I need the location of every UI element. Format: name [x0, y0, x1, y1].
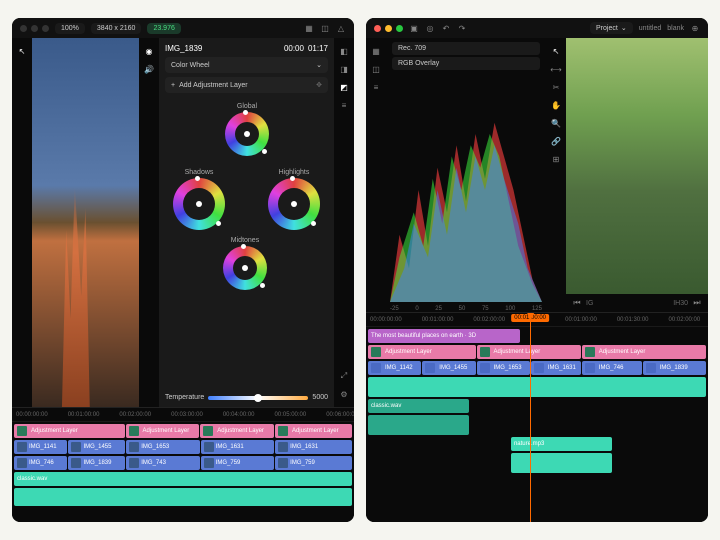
tc-end: 01:17 [308, 44, 328, 53]
rgb-parade [390, 78, 542, 302]
timeline-left: 00:00:00:0000:01:00:0000:02:00:0000:03:0… [12, 407, 354, 522]
media-icon[interactable]: ▦ [371, 46, 381, 56]
resolution-chip[interactable]: 3840 x 2160 [91, 23, 142, 34]
snap-icon[interactable]: ⊞ [551, 154, 561, 164]
in-label: IG [586, 300, 593, 307]
link-icon[interactable]: 🔗 [551, 136, 561, 146]
scope-icon[interactable]: ≡ [371, 82, 381, 92]
track-audio-r1[interactable] [368, 377, 706, 397]
move-icon[interactable]: ✥ [316, 81, 322, 89]
track-audio-r2[interactable] [368, 453, 706, 473]
mid-rail: ◉ 🔊 [139, 38, 159, 407]
add-adj-layer-row[interactable]: +Add Adjustment Layer ✥ [165, 77, 328, 93]
wheel-highlights[interactable]: Highlights [268, 169, 320, 230]
expand-icon[interactable]: ⤢ [339, 371, 349, 381]
panel-icon-4[interactable]: ≡ [339, 100, 349, 110]
track-audio-1-wave[interactable] [14, 488, 352, 506]
scope-mode[interactable]: RGB Overlay [392, 57, 540, 70]
panel-icon-1[interactable]: ◧ [339, 46, 349, 56]
scopes-panel: Rec. 709 RGB Overlay -250255075100125 [386, 38, 546, 312]
track-video-1[interactable]: IMG_1141 IMG_1455 IMG_1653 IMG_1631 IMG_… [14, 440, 352, 454]
out-label: IH30 [673, 300, 688, 307]
topbar: 100% 3840 x 2160 23.976 ▦ ◫ △ [12, 18, 354, 38]
doc-tab-2[interactable]: blank [667, 25, 684, 32]
right-tool-rail: ◧ ◨ ◩ ≡ ⤢ ⚙ [334, 38, 354, 407]
timeline-ruler[interactable]: 00:00:00:0000:01:00:0000:02:00:0000:03:0… [12, 408, 354, 422]
program-image[interactable] [566, 38, 708, 294]
fx-icon[interactable]: ◫ [371, 64, 381, 74]
crop-icon[interactable]: ◫ [320, 23, 330, 33]
preview-viewer [32, 38, 139, 407]
zoom-chip[interactable]: 100% [55, 23, 85, 34]
color-window: 100% 3840 x 2160 23.976 ▦ ◫ △ ↖ ◉ 🔊 IMG_… [12, 18, 354, 522]
traffic-lights[interactable] [20, 25, 49, 32]
panel-icon-2[interactable]: ◨ [339, 64, 349, 74]
effects-icon[interactable]: ◎ [425, 23, 435, 33]
timeline-right: 00:00:00:0000:01:00:0000:02:00:00 00:01:… [366, 312, 708, 522]
track-audio-r1b[interactable] [368, 415, 706, 435]
pointer-icon[interactable]: ↖ [551, 46, 561, 56]
grid-icon[interactable]: ▦ [304, 23, 314, 33]
topbar-right: ▣ ◎ ↶ ↷ Project ⌄ untitled blank ⊕ [366, 18, 708, 38]
next-icon[interactable]: ⏭ [692, 298, 702, 308]
trim-icon[interactable]: ⟷ [551, 64, 561, 74]
program-viewer: ⏮ IG IH30 ⏭ [566, 38, 708, 312]
library-icon[interactable]: ▣ [409, 23, 419, 33]
track-title[interactable]: The most beautiful places on earth · 3D [368, 329, 706, 343]
arrow-icon[interactable]: ↖ [17, 46, 27, 56]
track-adjustment-r[interactable]: Adjustment Layer Adjustment Layer Adjust… [368, 345, 706, 359]
track-adjustment[interactable]: Adjustment Layer Adjustment Layer Adjust… [14, 424, 352, 438]
gear-icon[interactable]: ⚙ [339, 389, 349, 399]
add-icon[interactable]: ⊕ [690, 23, 700, 33]
track-video-2[interactable]: IMG_746 IMG_1839 IMG_743 IMG_759 IMG_759 [14, 456, 352, 470]
inspector-panel: IMG_1839 00:00 01:17 Color Wheel⌄ +Add A… [159, 38, 334, 407]
track-audio-r2-label[interactable]: nature.mp3 [368, 437, 706, 451]
panel-selector[interactable]: Color Wheel⌄ [165, 57, 328, 73]
track-video-r[interactable]: IMG_1142 IMG_1455 IMG_1653 IMG_1631 IMG_… [368, 361, 706, 375]
lock-icon[interactable]: △ [336, 23, 346, 33]
tool-rail: ↖ ⟷ ✂ ✋ 🔍 🔗 ⊞ [546, 38, 566, 312]
doc-tab-1[interactable]: untitled [639, 25, 662, 32]
scope-preset[interactable]: Rec. 709 [392, 42, 540, 55]
traffic-lights[interactable] [374, 25, 403, 32]
blade-icon[interactable]: ✂ [551, 82, 561, 92]
project-dropdown[interactable]: Project ⌄ [590, 22, 633, 34]
rgb-icon[interactable]: ◉ [144, 46, 154, 56]
hand-icon[interactable]: ✋ [551, 100, 561, 110]
wheel-midtones[interactable]: Midtones [223, 237, 267, 290]
wheel-global[interactable]: Global [225, 103, 269, 156]
wheel-shadows[interactable]: Shadows [173, 169, 225, 230]
clip-name: IMG_1839 [165, 44, 202, 53]
edit-window: ▣ ◎ ↶ ↷ Project ⌄ untitled blank ⊕ ▦ ◫ ≡… [366, 18, 708, 522]
temperature-row[interactable]: Temperature 5000 [165, 394, 328, 401]
prev-icon[interactable]: ⏮ [572, 298, 582, 308]
speaker-icon[interactable]: 🔊 [144, 64, 154, 74]
track-audio-1[interactable]: classic.wav [14, 472, 352, 486]
track-audio-r1-label[interactable]: classic.wav [368, 399, 706, 413]
panel-icon-3[interactable]: ◩ [339, 82, 349, 92]
zoom-icon[interactable]: 🔍 [551, 118, 561, 128]
fps-chip[interactable]: 23.976 [147, 23, 180, 34]
timeline-ruler-right[interactable]: 00:00:00:0000:01:00:0000:02:00:00 00:01:… [366, 313, 708, 327]
undo-icon[interactable]: ↶ [441, 23, 451, 33]
tc-start: 00:00 [284, 44, 304, 53]
redo-icon[interactable]: ↷ [457, 23, 467, 33]
sidebar-rail: ▦ ◫ ≡ [366, 38, 386, 312]
color-wheels: Global Shadows Highlights Midtones [165, 97, 328, 390]
playhead[interactable] [530, 313, 531, 522]
left-tool-rail: ↖ [12, 38, 32, 407]
preview-image[interactable] [32, 38, 139, 407]
